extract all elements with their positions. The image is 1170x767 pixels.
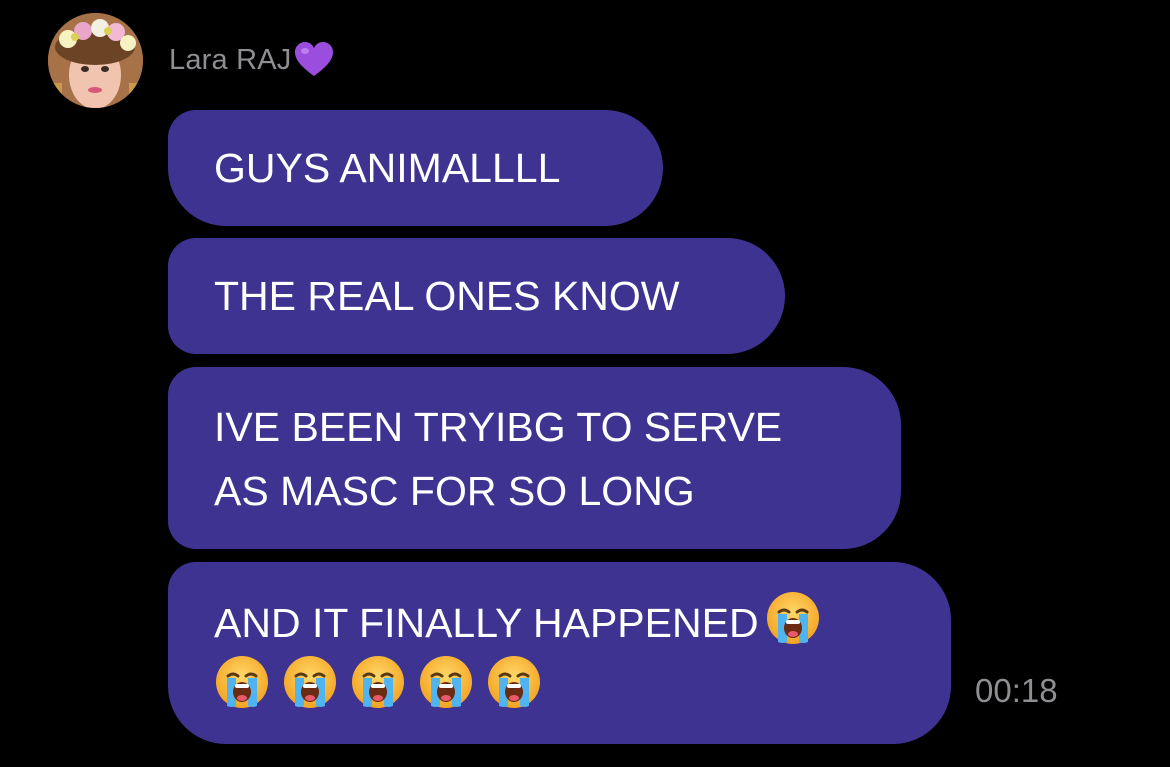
loudly-crying-face-icon — [214, 654, 270, 710]
sender-avatar[interactable] — [48, 13, 143, 108]
loudly-crying-face-icon — [418, 654, 474, 710]
message-bubble[interactable]: AND IT FINALLY HAPPENED — [168, 562, 951, 744]
message-bubble[interactable]: THE REAL ONES KNOW — [168, 238, 785, 354]
message-text: IVE BEEN TRYIBG TO SERVE — [214, 404, 783, 450]
sender-name: Lara RAJ — [169, 43, 292, 76]
message-timestamp: 00:18 — [975, 672, 1058, 709]
loudly-crying-face-icon — [350, 654, 406, 710]
purple-heart-icon — [294, 42, 334, 78]
chat-view: Lara RAJ GUYS ANIMALLLL THE REAL ONES KN… — [0, 0, 1170, 767]
avatar-photo — [48, 13, 143, 108]
loudly-crying-face-icon — [765, 590, 821, 646]
message-text: GUYS ANIMALLLL — [214, 145, 561, 191]
message-bubble[interactable]: GUYS ANIMALLLL — [168, 110, 663, 226]
loudly-crying-face-icon — [486, 654, 542, 710]
message-text: THE REAL ONES KNOW — [214, 273, 680, 319]
loudly-crying-face-icon — [282, 654, 338, 710]
message-text: AND IT FINALLY HAPPENED — [214, 600, 759, 646]
message-bubble[interactable]: IVE BEEN TRYIBG TO SERVE AS MASC FOR SO … — [168, 367, 901, 549]
sender-name-row[interactable]: Lara RAJ — [169, 42, 334, 78]
message-text: AS MASC FOR SO LONG — [214, 468, 695, 514]
message-line-1: AND IT FINALLY HAPPENED — [214, 590, 905, 654]
message-line-2 — [214, 654, 905, 718]
